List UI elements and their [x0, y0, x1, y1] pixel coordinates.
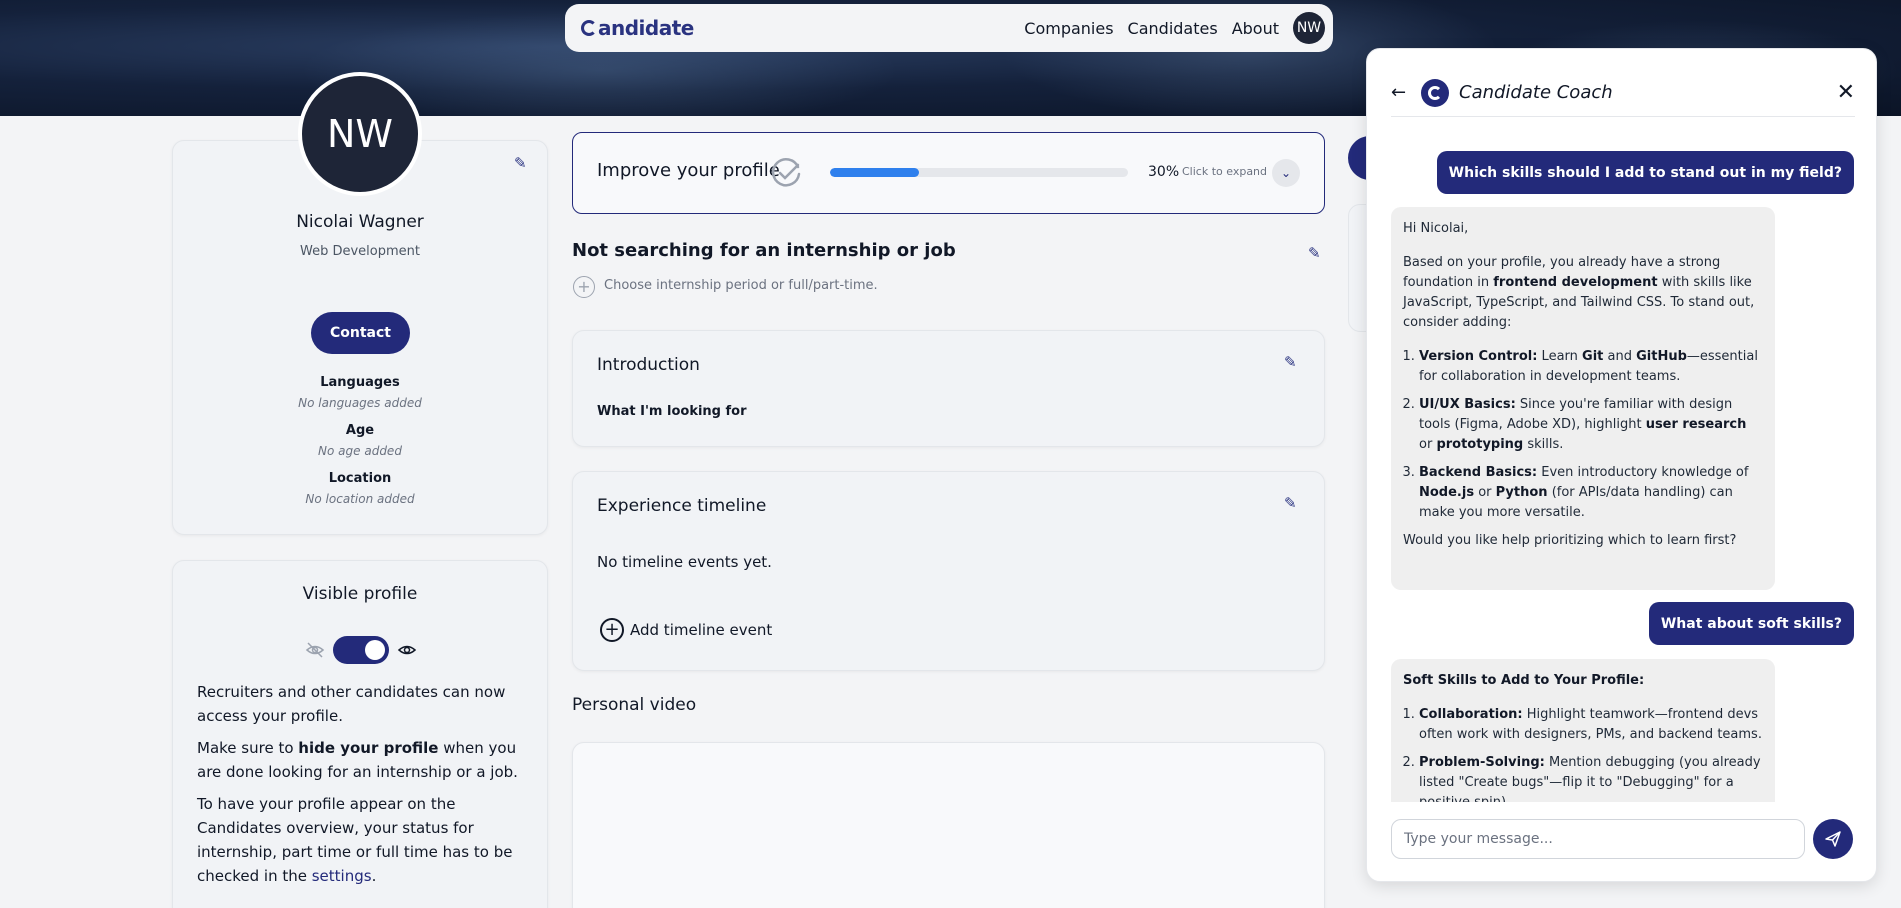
personal-video-title: Personal video — [572, 695, 697, 715]
edit-experience-pencil-icon[interactable]: ✎ — [1284, 494, 1297, 512]
visibility-text-2: Make sure to hide your profile when you … — [197, 739, 518, 781]
profile-avatar: NW — [298, 72, 422, 196]
age-value: No age added — [318, 444, 402, 458]
profile-name: Nicolai Wagner — [296, 212, 424, 232]
bot-list-item: Version Control: Learn Git and GitHub—es… — [1419, 347, 1763, 387]
bot-message: Soft Skills to Add to Your Profile: Coll… — [1391, 659, 1775, 802]
user-message: What about soft skills? — [1648, 602, 1854, 645]
add-timeline-event-button[interactable]: + Add timeline event — [600, 618, 772, 642]
chevron-down-icon[interactable]: ⌄ — [1272, 159, 1300, 187]
nav-link-about[interactable]: About — [1232, 19, 1279, 38]
age-label: Age — [345, 423, 375, 438]
introduction-title: Introduction — [597, 355, 700, 375]
location-value: No location added — [305, 492, 415, 506]
experience-title: Experience timeline — [597, 496, 767, 516]
user-message: Which skills should I add to stand out i… — [1436, 151, 1854, 194]
plus-circle-icon: + — [600, 618, 624, 642]
settings-link[interactable]: settings — [312, 867, 372, 885]
introduction-subtitle: What I'm looking for — [597, 404, 747, 419]
coach-logo-icon — [1421, 78, 1449, 107]
languages-label: Languages — [320, 375, 400, 390]
experience-empty-text: No timeline events yet. — [597, 553, 772, 571]
languages-value: No languages added — [298, 396, 422, 410]
logo-c-icon — [581, 20, 597, 36]
profile-progress-bar — [830, 168, 1128, 177]
logo[interactable]: andidate — [581, 16, 694, 40]
candidate-coach-chat: ← Candidate Coach ✕ Which skills should … — [1366, 48, 1877, 882]
profile-field: Web Development — [300, 244, 420, 259]
search-status-title: Not searching for an internship or job — [572, 240, 956, 261]
location-label: Location — [328, 471, 392, 486]
check-circle-icon — [771, 158, 801, 187]
visibility-text-1: Recruiters and other candidates can now … — [197, 683, 506, 725]
eye-off-icon — [305, 642, 325, 658]
chat-messages[interactable]: Which skills should I add to stand out i… — [1367, 119, 1876, 802]
chat-header: ← Candidate Coach ✕ — [1391, 69, 1855, 117]
bot-message: Hi Nicolai, Based on your profile, you a… — [1391, 207, 1775, 590]
contact-button[interactable]: Contact — [311, 312, 410, 354]
bot-list-item: Collaboration: Highlight teamwork—fronte… — [1419, 705, 1763, 745]
chat-message-input[interactable] — [1391, 819, 1805, 859]
edit-status-pencil-icon[interactable]: ✎ — [1308, 244, 1321, 262]
progress-fill — [830, 168, 920, 177]
send-icon[interactable] — [1813, 819, 1853, 859]
arrow-left-icon[interactable]: ← — [1391, 82, 1421, 103]
edit-profile-pencil-icon[interactable]: ✎ — [514, 154, 527, 172]
close-icon[interactable]: ✕ — [1837, 80, 1855, 105]
visibility-toggle[interactable] — [333, 636, 389, 664]
user-avatar[interactable]: NW — [1293, 12, 1325, 44]
status-hint[interactable]: Choose internship period or full/part-ti… — [604, 278, 878, 293]
bot-list-item: Problem-Solving: Mention debugging (you … — [1419, 753, 1763, 802]
visibility-text-3: To have your profile appear on the Candi… — [197, 795, 513, 885]
bot-list-item: UI/UX Basics: Since you're familiar with… — [1419, 395, 1763, 455]
plus-circle-icon[interactable]: + — [573, 276, 595, 298]
nav-link-companies[interactable]: Companies — [1024, 19, 1113, 38]
edit-introduction-pencil-icon[interactable]: ✎ — [1284, 353, 1297, 371]
chat-title: Candidate Coach — [1459, 82, 1613, 103]
bot-list-item: Backend Basics: Even introductory knowle… — [1419, 463, 1763, 523]
visible-profile-title: Visible profile — [302, 584, 418, 604]
introduction-card — [572, 330, 1325, 447]
nav-link-candidates[interactable]: Candidates — [1128, 19, 1218, 38]
progress-percent: 30% — [1148, 164, 1180, 180]
expand-hint: Click to expand — [1182, 165, 1268, 178]
improve-profile-title: Improve your profile — [597, 160, 780, 181]
eye-icon — [397, 645, 417, 655]
top-navbar: andidate Companies Candidates About NW — [565, 4, 1333, 52]
personal-video-card — [572, 742, 1325, 908]
